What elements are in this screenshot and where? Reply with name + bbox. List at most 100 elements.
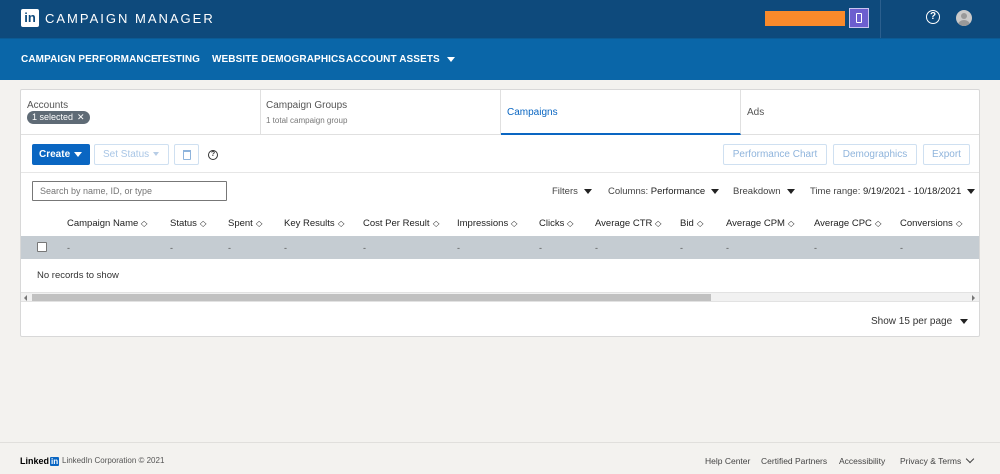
scroll-right-icon[interactable] [972,295,975,301]
delete-button[interactable] [174,144,199,165]
tab-ads-label: Ads [747,107,765,118]
demographics-button[interactable]: Demographics [833,144,917,165]
col-clicks[interactable]: Clicks ◇ [539,218,574,229]
footer-link-certified-partners[interactable]: Certified Partners [761,456,827,466]
col-spent[interactable]: Spent ◇ [228,218,262,229]
close-icon[interactable]: ✕ [77,112,85,122]
table-cell: - [228,243,231,253]
col-average-ctr[interactable]: Average CTR ◇ [595,218,662,229]
app-title[interactable]: CAMPAIGN MANAGER [45,11,215,26]
tab-ads[interactable]: Ads [741,90,979,135]
tab-campaign-groups[interactable]: Campaign Groups 1 total campaign group [261,90,501,135]
sort-icon: ◇ [787,219,795,228]
caret-down-icon [74,151,83,157]
col-key-results[interactable]: Key Results ◇ [284,218,344,229]
columns-label: Columns: [608,186,649,197]
scroll-thumb[interactable] [32,294,711,301]
table-cell: - [814,243,817,253]
caret-down-icon [967,188,976,194]
table-cell: - [284,243,287,253]
col-impressions[interactable]: Impressions ◇ [457,218,518,229]
col-label: Average CTR [595,218,653,229]
time-range-dropdown[interactable]: Time range: 9/19/2021 - 10/18/2021 [810,186,976,197]
time-range-label: Time range: [810,186,861,197]
search-input[interactable] [32,181,227,201]
account-switcher-button[interactable] [849,8,869,28]
col-label: Spent [228,218,253,229]
footer-link-help-center[interactable]: Help Center [705,456,750,466]
footer-link-privacy-terms[interactable]: Privacy & Terms [900,454,975,466]
breakdown-dropdown[interactable]: Breakdown [733,186,795,197]
per-page-dropdown[interactable]: Show 15 per page [871,316,969,327]
chevron-down-icon [966,454,975,464]
col-average-cpc[interactable]: Average CPC ◇ [814,218,881,229]
table-cell: - [726,243,729,253]
col-label: Average CPC [814,218,872,229]
filters-label: Filters [552,186,578,197]
scroll-left-icon[interactable] [24,295,27,301]
table-cell: - [595,243,598,253]
col-cost-per-result[interactable]: Cost Per Result ◇ [363,218,439,229]
col-label: Clicks [539,218,565,229]
select-all-checkbox[interactable] [37,242,47,252]
sort-icon: ◇ [140,219,148,228]
col-campaign-name[interactable]: Campaign Name ◇ [67,218,148,229]
tab-campaigns[interactable]: Campaigns [501,90,741,135]
create-label: Create [39,149,71,160]
col-label: Average CPM [726,218,785,229]
sort-icon: ◇ [255,219,263,228]
nav-account-assets[interactable]: ACCOUNT ASSETS [346,54,455,65]
briefcase-icon [856,13,862,23]
table-cell: - [170,243,173,253]
performance-chart-button[interactable]: Performance Chart [723,144,827,165]
filters-dropdown[interactable]: Filters [552,186,592,197]
redacted-account-name [765,11,845,26]
tab-accounts[interactable]: Accounts 1 selected ✕ [21,90,261,135]
user-avatar[interactable] [956,10,972,26]
col-average-cpm[interactable]: Average CPM ◇ [726,218,794,229]
copyright: LinkedIn Corporation © 2021 [62,456,165,465]
set-status-label: Set Status [103,149,150,160]
sort-icon: ◇ [696,219,704,228]
caret-down-icon [153,152,160,157]
set-status-button[interactable]: Set Status [94,144,169,165]
col-label: Impressions [457,218,509,229]
nav-campaign-performance[interactable]: CAMPAIGN PERFORMANCE [21,54,158,65]
privacy-terms-label: Privacy & Terms [900,456,962,466]
caret-down-icon [446,56,455,62]
col-status[interactable]: Status ◇ [170,218,206,229]
linkedin-in-icon: in [50,457,60,466]
caret-down-icon [786,188,795,194]
table-cell: - [900,243,903,253]
nav-website-demographics[interactable]: WEBSITE DEMOGRAPHICS [212,54,345,65]
selected-accounts-pill[interactable]: 1 selected ✕ [27,111,90,124]
col-bid[interactable]: Bid ◇ [680,218,703,229]
columns-dropdown[interactable]: Columns: Performance [608,186,720,197]
help-icon[interactable]: ? [208,150,218,160]
col-label: Key Results [284,218,335,229]
table-row: - - - - - - - - - - - - [21,236,979,259]
breakdown-label: Breakdown [733,186,781,197]
caret-down-icon [711,188,720,194]
sort-icon: ◇ [567,219,574,228]
empty-state-message: No records to show [37,270,119,281]
tab-campaigns-label: Campaigns [507,107,558,118]
top-header: in CAMPAIGN MANAGER ? [0,0,1000,38]
columns-value: Performance [650,186,706,197]
linkedin-footer-logo[interactable]: Linked in [20,456,60,466]
create-button[interactable]: Create [32,144,90,165]
table-header: Campaign Name ◇ Status ◇ Spent ◇ Key Result… [21,210,979,236]
col-conversions[interactable]: Conversions ◇ [900,218,962,229]
horizontal-scrollbar[interactable] [21,292,979,302]
footer-logo-text: Linked [20,456,50,466]
footer-link-accessibility[interactable]: Accessibility [839,456,885,466]
table-cell: - [457,243,460,253]
export-button[interactable]: Export [923,144,970,165]
caret-down-icon [583,188,592,194]
main-nav: CAMPAIGN PERFORMANCE TESTING WEBSITE DEM… [0,38,1000,80]
table-cell: - [67,243,70,253]
linkedin-logo-icon[interactable]: in [21,9,39,27]
help-icon[interactable]: ? [926,10,940,24]
pill-label: 1 selected [32,112,74,122]
nav-testing[interactable]: TESTING [156,54,200,65]
